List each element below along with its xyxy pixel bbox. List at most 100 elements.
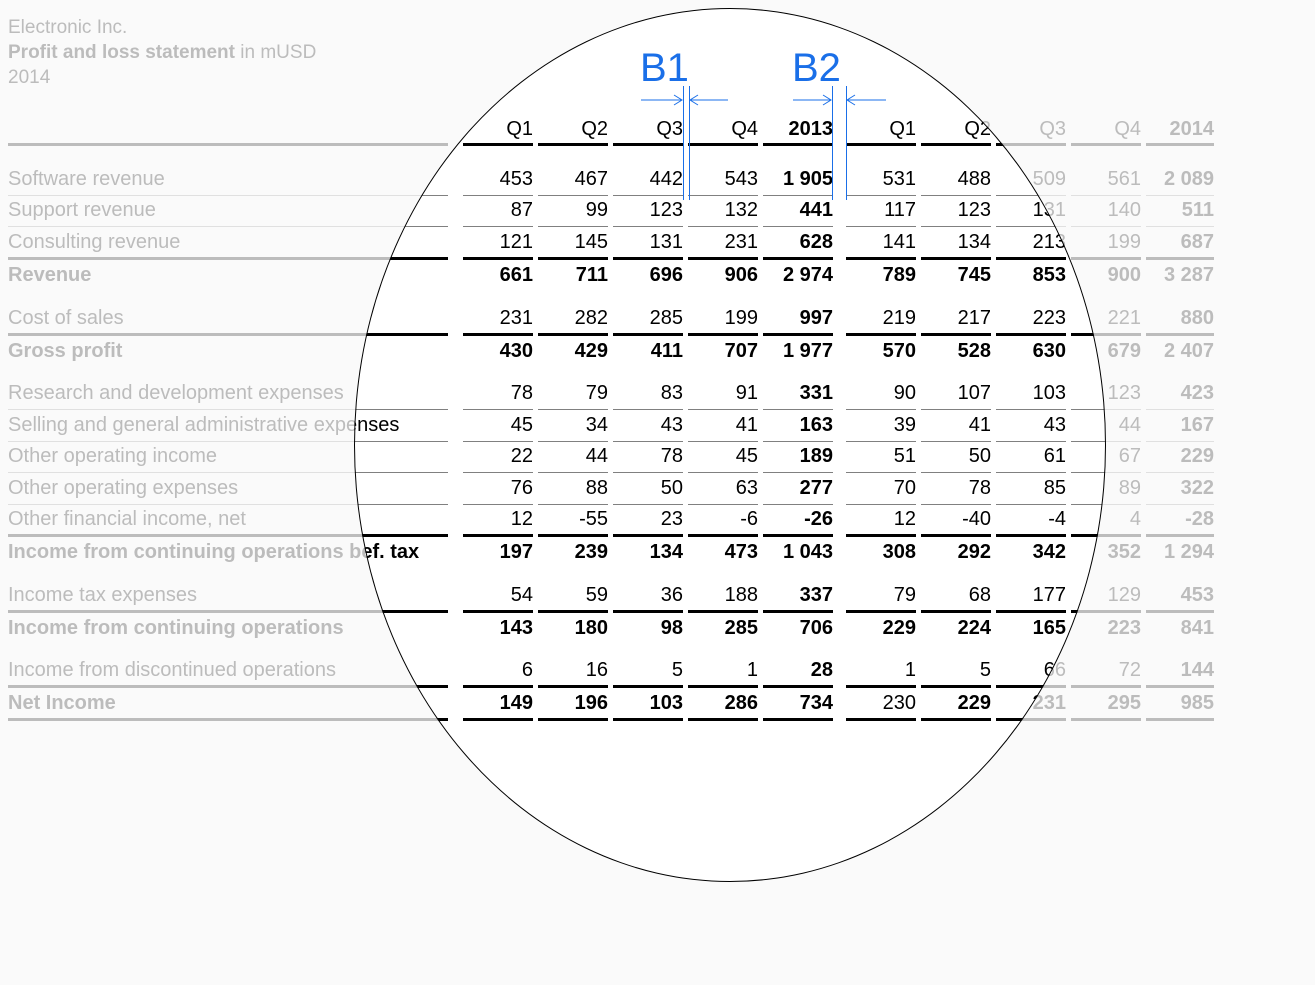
- value-cell: 322: [1180, 477, 1214, 499]
- value-cell: 711: [575, 264, 608, 286]
- value-cell: 706: [799, 617, 833, 639]
- value-cell: 231: [499, 307, 533, 329]
- row-divider: [846, 610, 916, 613]
- value-cell: 50: [660, 477, 683, 499]
- value-cell: 44: [585, 445, 608, 467]
- value-cell: 285: [649, 307, 683, 329]
- value-cell: 1: [904, 659, 916, 681]
- row-divider: [1071, 257, 1141, 260]
- value-cell: 630: [1032, 340, 1066, 362]
- column-header-q1: Q1: [889, 118, 916, 140]
- row-divider: [921, 409, 991, 410]
- value-cell: 188: [724, 584, 758, 606]
- value-cell: 5: [979, 659, 991, 681]
- value-cell: 132: [724, 199, 758, 221]
- value-cell: -26: [804, 508, 833, 530]
- value-cell: 72: [1118, 659, 1141, 681]
- row-divider: [538, 226, 608, 227]
- value-cell: 43: [1043, 414, 1066, 436]
- row-divider: [1146, 257, 1214, 260]
- row-divider: [1146, 472, 1214, 473]
- row-divider: [463, 257, 533, 260]
- row-divider: [688, 441, 758, 442]
- value-cell: 189: [799, 445, 833, 467]
- value-cell: 531: [882, 168, 916, 190]
- value-cell: 141: [882, 231, 916, 253]
- row-divider: [613, 257, 683, 260]
- table-bottom-divider: [921, 718, 991, 721]
- row-divider: [1071, 226, 1141, 227]
- row-divider: [921, 195, 991, 196]
- row-divider: [8, 257, 448, 260]
- value-cell: 61: [1043, 445, 1066, 467]
- value-cell: 134: [957, 231, 991, 253]
- value-cell: 83: [660, 382, 683, 404]
- value-cell: 286: [724, 692, 758, 714]
- row-divider: [763, 685, 833, 688]
- value-cell: 528: [957, 340, 991, 362]
- row-divider: [921, 504, 991, 505]
- row-divider: [463, 610, 533, 613]
- row-divider: [8, 685, 448, 688]
- row-divider: [1146, 504, 1214, 505]
- column-header-q2: Q2: [581, 118, 608, 140]
- row-divider: [846, 333, 916, 336]
- arrow-left-icon: [689, 94, 728, 106]
- row-divider: [688, 195, 758, 196]
- value-cell: 88: [585, 477, 608, 499]
- value-cell: 453: [1180, 584, 1214, 606]
- value-cell: -55: [579, 508, 608, 530]
- value-cell: 45: [735, 445, 758, 467]
- value-cell: 661: [499, 264, 533, 286]
- value-cell: 223: [1032, 307, 1066, 329]
- value-cell: 144: [1180, 659, 1214, 681]
- value-cell: 231: [724, 231, 758, 253]
- row-divider: [921, 226, 991, 227]
- value-cell: -40: [962, 508, 991, 530]
- column-header-q2: Q2: [964, 118, 991, 140]
- value-cell: 163: [799, 414, 833, 436]
- value-cell: 177: [1032, 584, 1066, 606]
- header-divider: [463, 143, 533, 146]
- value-cell: 123: [957, 199, 991, 221]
- value-cell: 121: [499, 231, 533, 253]
- row-divider: [613, 333, 683, 336]
- value-cell: 36: [660, 584, 683, 606]
- value-cell: 308: [882, 541, 916, 563]
- report-year: 2014: [8, 67, 51, 88]
- value-cell: 707: [724, 340, 758, 362]
- row-divider: [763, 610, 833, 613]
- report-unit: in mUSD: [235, 42, 317, 63]
- value-cell: 628: [799, 231, 833, 253]
- value-cell: 442: [649, 168, 683, 190]
- value-cell: 217: [957, 307, 991, 329]
- value-cell: 199: [724, 307, 758, 329]
- row-divider: [763, 195, 833, 196]
- value-cell: 99: [585, 199, 608, 221]
- row-divider: [613, 195, 683, 196]
- row-label: Income from continuing operations: [8, 617, 344, 639]
- row-divider: [538, 441, 608, 442]
- value-cell: 149: [499, 692, 533, 714]
- column-header-2014: 2014: [1169, 118, 1215, 140]
- value-cell: 2 089: [1163, 168, 1214, 190]
- table-bottom-divider: [538, 718, 608, 721]
- value-cell: 223: [1107, 617, 1141, 639]
- value-cell: 745: [957, 264, 991, 286]
- row-divider: [921, 610, 991, 613]
- row-divider: [763, 226, 833, 227]
- value-cell: 98: [660, 617, 683, 639]
- marker-arrows: [641, 94, 886, 106]
- header-divider: [996, 143, 1066, 146]
- row-divider: [613, 534, 683, 537]
- value-cell: -4: [1048, 508, 1066, 530]
- row-divider: [613, 472, 683, 473]
- value-cell: 103: [649, 692, 683, 714]
- table-bottom-divider: [1146, 718, 1214, 721]
- value-cell: 91: [735, 382, 758, 404]
- row-divider: [688, 610, 758, 613]
- value-cell: -28: [1185, 508, 1214, 530]
- value-cell: 54: [510, 584, 533, 606]
- value-cell: 511: [1181, 199, 1214, 221]
- value-cell: 224: [957, 617, 991, 639]
